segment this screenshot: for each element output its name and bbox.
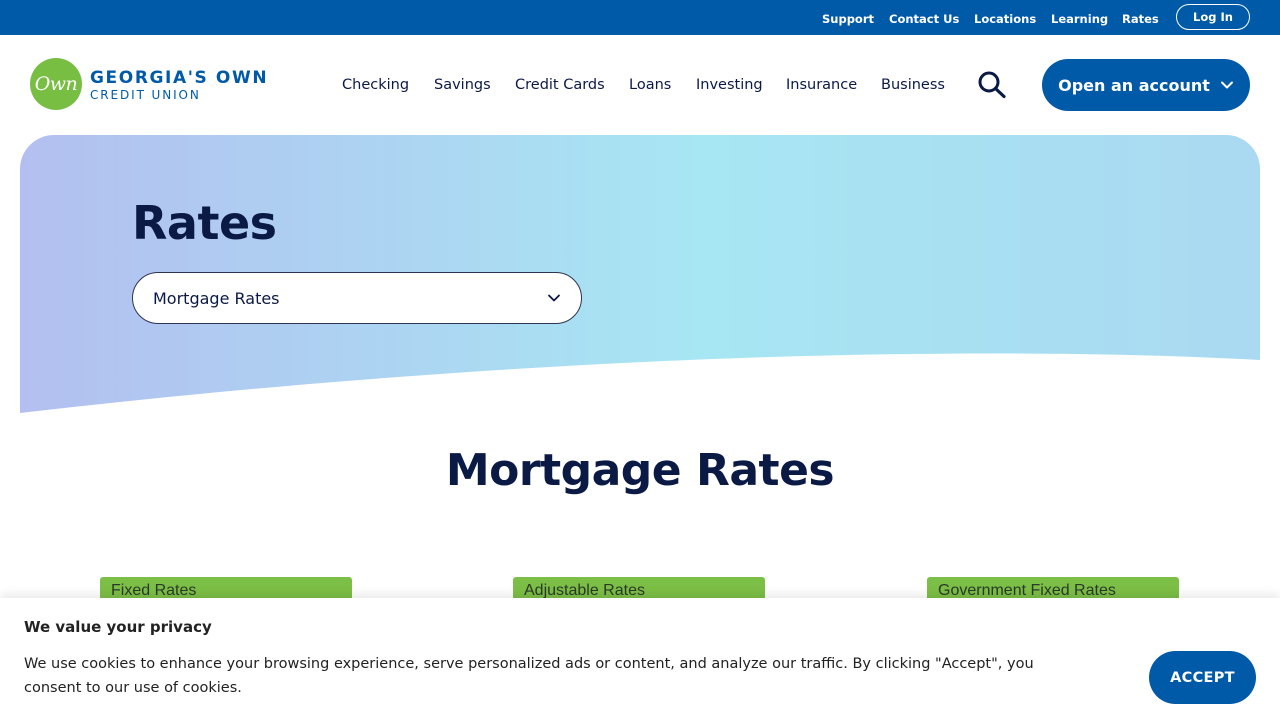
hero-banner: Rates Mortgage Rates: [20, 135, 1260, 415]
chevron-down-icon: [1220, 81, 1233, 89]
search-icon[interactable]: [976, 70, 1008, 100]
nav-item-loans[interactable]: Loans: [629, 76, 671, 94]
page-title: Rates: [132, 196, 277, 250]
logo-mark-text: Own: [34, 73, 78, 95]
section-title: Mortgage Rates: [445, 445, 835, 496]
utility-link-locations[interactable]: Locations: [974, 12, 1036, 26]
login-button[interactable]: Log In: [1176, 4, 1250, 30]
nav-item-credit-cards[interactable]: Credit Cards: [515, 76, 605, 94]
nav-item-insurance[interactable]: Insurance: [786, 76, 857, 94]
accept-cookies-button[interactable]: ACCEPT: [1149, 651, 1256, 704]
chevron-down-icon: [548, 294, 560, 302]
nav-item-investing[interactable]: Investing: [696, 76, 763, 94]
utility-link-learning[interactable]: Learning: [1051, 12, 1108, 26]
logo-mark: Own: [30, 58, 82, 110]
utility-bar: Support Contact Us Locations Learning Ra…: [0, 0, 1280, 35]
logo[interactable]: Own GEORGIA'S OWN CREDIT UNION: [30, 58, 280, 112]
nav-item-checking[interactable]: Checking: [342, 76, 409, 94]
cookie-banner-text: We use cookies to enhance your browsing …: [24, 656, 1034, 696]
open-account-label: Open an account: [1058, 75, 1210, 95]
utility-link-support[interactable]: Support: [822, 12, 874, 26]
utility-link-contact-us[interactable]: Contact Us: [889, 12, 959, 26]
open-account-button[interactable]: Open an account: [1042, 59, 1250, 111]
cookie-banner-title: We value your privacy: [24, 618, 212, 636]
nav-item-business[interactable]: Business: [881, 76, 945, 94]
nav-item-savings[interactable]: Savings: [434, 76, 491, 94]
utility-link-rates[interactable]: Rates: [1122, 12, 1159, 26]
rate-type-select-value: Mortgage Rates: [153, 288, 280, 308]
logo-subname: CREDIT UNION: [90, 88, 201, 102]
rate-type-select[interactable]: Mortgage Rates: [132, 272, 582, 324]
logo-name: GEORGIA'S OWN: [90, 68, 269, 88]
cookie-banner: We value your privacy We use cookies to …: [0, 598, 1280, 720]
